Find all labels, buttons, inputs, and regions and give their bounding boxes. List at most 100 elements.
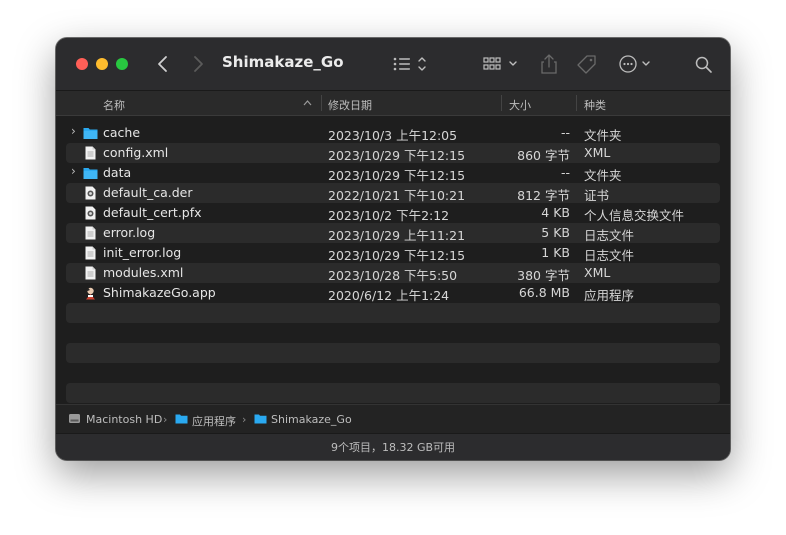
file-name: cache <box>103 125 141 140</box>
file-size: 66.8 MB <box>518 285 570 300</box>
path-bar: Macintosh HD › 应用程序 › Shimakaze_Go <box>56 404 730 433</box>
file-name: config.xml <box>103 145 169 160</box>
file-name: error.log <box>103 225 156 240</box>
empty-row <box>66 303 720 323</box>
column-divider[interactable] <box>321 95 322 111</box>
document-icon <box>83 226 98 240</box>
minimize-button[interactable] <box>96 58 108 70</box>
column-date[interactable]: 修改日期 <box>328 97 372 113</box>
file-date: 2023/10/29 下午12:15 <box>328 248 466 263</box>
path-separator-icon: › <box>163 413 168 426</box>
file-kind: 个人信息交换文件 <box>584 208 685 223</box>
path-item-disk[interactable]: Macintosh HD <box>86 413 162 426</box>
file-row[interactable]: default_cert.pfx 2023/10/2 下午2:12 4 KB 个人信息… <box>66 203 720 223</box>
file-name: data <box>103 165 132 180</box>
window-title: Shimakaze_Go <box>222 53 344 71</box>
file-size: 5 KB <box>541 225 570 240</box>
folder-icon <box>83 166 98 180</box>
forward-button[interactable] <box>187 52 209 76</box>
column-header: 名称 修改日期 大小 种类 <box>56 91 730 116</box>
certificate-icon <box>83 206 98 220</box>
file-name: init_error.log <box>103 245 182 260</box>
column-name[interactable]: 名称 <box>103 97 125 113</box>
file-date: 2020/6/12 上午1:24 <box>328 288 450 303</box>
file-row[interactable]: › data 2023/10/29 下午12:15 -- 文件夹 <box>66 163 720 183</box>
app-icon <box>83 286 98 300</box>
empty-row <box>66 383 720 403</box>
file-date: 2023/10/3 上午12:05 <box>328 128 458 143</box>
search-icon <box>695 56 712 73</box>
file-kind: 文件夹 <box>584 168 622 183</box>
file-kind: 证书 <box>584 188 610 203</box>
grid-group-icon <box>483 57 517 70</box>
folder-icon <box>83 126 98 140</box>
file-row[interactable]: modules.xml 2023/10/28 下午5:50 380 字节 XML <box>66 263 720 283</box>
search-button[interactable] <box>694 52 714 76</box>
close-button[interactable] <box>76 58 88 70</box>
column-size[interactable]: 大小 <box>509 97 531 113</box>
status-text: 9个项目，18.32 GB可用 <box>330 441 456 454</box>
file-list: › cache 2023/10/3 上午12:05 -- 文件夹 config.xml 20… <box>66 123 720 403</box>
finder-window: Shimakaze_Go 名称 修改日期 大小 种类 › cache 2023/… <box>56 38 730 460</box>
sort-ascending-icon <box>303 100 312 106</box>
hard-drive-icon <box>69 414 80 423</box>
file-name: default_cert.pfx <box>103 205 202 220</box>
file-name: modules.xml <box>103 265 184 280</box>
view-mode-button[interactable] <box>391 52 435 76</box>
file-row[interactable]: default_ca.der 2022/10/21 下午10:21 812 字节 证书 <box>66 183 720 203</box>
file-kind: 文件夹 <box>584 128 622 143</box>
file-kind: 日志文件 <box>584 228 635 243</box>
file-date: 2023/10/29 上午11:21 <box>328 228 466 243</box>
column-kind[interactable]: 种类 <box>584 97 606 113</box>
file-kind: XML <box>584 265 611 280</box>
chevron-right-icon <box>194 56 203 72</box>
file-size: 1 KB <box>541 245 570 260</box>
file-date: 2023/10/2 下午2:12 <box>328 208 450 223</box>
file-name: default_ca.der <box>103 185 193 200</box>
file-kind: XML <box>584 145 611 160</box>
file-size: 380 字节 <box>517 268 570 283</box>
action-button[interactable] <box>618 52 656 76</box>
certificate-icon <box>83 186 98 200</box>
empty-row <box>66 343 720 363</box>
path-item-current-folder[interactable]: Shimakaze_Go <box>271 413 352 426</box>
document-icon <box>83 146 98 160</box>
file-date: 2023/10/28 下午5:50 <box>328 268 458 283</box>
file-size: -- <box>560 125 570 140</box>
folder-icon <box>175 414 188 424</box>
file-date: 2023/10/29 下午12:15 <box>328 148 466 163</box>
file-size: 812 字节 <box>517 188 570 203</box>
share-button[interactable] <box>538 52 560 76</box>
file-row[interactable]: ShimakazeGo.app 2020/6/12 上午1:24 66.8 MB 应用… <box>66 283 720 303</box>
file-name: ShimakazeGo.app <box>103 285 216 300</box>
file-row[interactable]: › cache 2023/10/3 上午12:05 -- 文件夹 <box>66 123 720 143</box>
file-size: 860 字节 <box>517 148 570 163</box>
file-kind: 日志文件 <box>584 248 635 263</box>
disclosure-triangle-icon[interactable]: › <box>71 124 76 138</box>
path-separator-icon: › <box>242 413 247 426</box>
file-kind: 应用程序 <box>584 288 635 303</box>
file-row[interactable]: init_error.log 2023/10/29 下午12:15 1 KB 日志文件 <box>66 243 720 263</box>
disclosure-triangle-icon[interactable]: › <box>71 164 76 178</box>
column-divider[interactable] <box>576 95 577 111</box>
column-divider[interactable] <box>501 95 502 111</box>
tag-button[interactable] <box>574 52 600 76</box>
group-button[interactable] <box>483 52 523 76</box>
status-bar: 9个项目，18.32 GB可用 <box>56 433 730 460</box>
file-date: 2022/10/21 下午10:21 <box>328 188 466 203</box>
file-size: 4 KB <box>541 205 570 220</box>
back-button[interactable] <box>152 52 174 76</box>
tag-icon <box>577 55 596 74</box>
path-item-applications[interactable]: 应用程序 <box>192 413 236 429</box>
file-date: 2023/10/29 下午12:15 <box>328 168 466 183</box>
zoom-button[interactable] <box>116 58 128 70</box>
more-icon <box>619 55 650 73</box>
toolbar: Shimakaze_Go <box>56 38 730 91</box>
empty-row <box>66 323 720 343</box>
empty-row <box>66 363 720 383</box>
folder-icon <box>254 414 267 424</box>
file-row[interactable]: config.xml 2023/10/29 下午12:15 860 字节 XML <box>66 143 720 163</box>
file-row[interactable]: error.log 2023/10/29 上午11:21 5 KB 日志文件 <box>66 223 720 243</box>
document-icon <box>83 266 98 280</box>
share-icon <box>541 54 557 74</box>
